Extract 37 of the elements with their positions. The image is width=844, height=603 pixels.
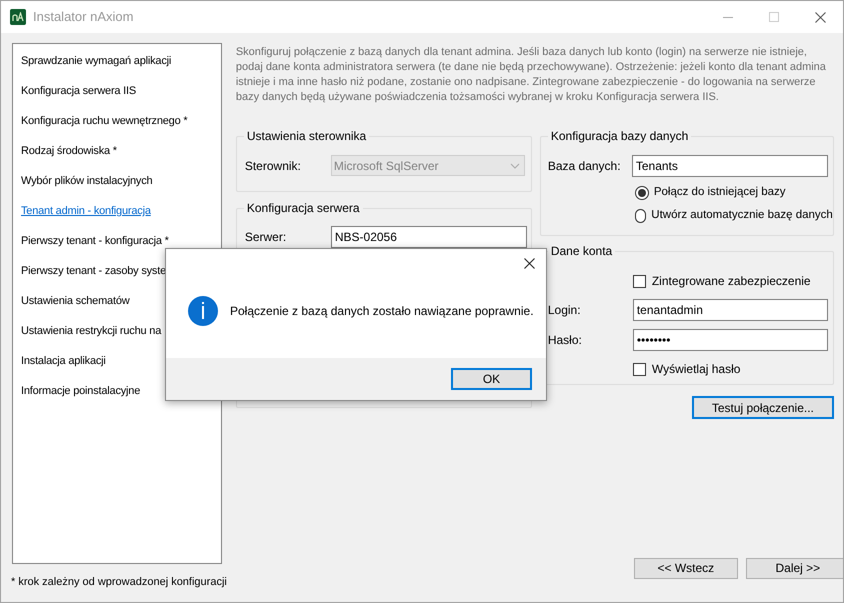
radio-button[interactable] <box>634 208 646 223</box>
ok-button[interactable]: OK <box>451 368 532 390</box>
text-field[interactable]: NBS-02056 <box>330 226 527 248</box>
chevron-down-icon <box>510 162 520 168</box>
close-icon[interactable] <box>524 258 535 269</box>
radio-button[interactable] <box>634 186 649 200</box>
nav-button[interactable]: << Wstecz <box>634 558 738 578</box>
step-item[interactable]: Wybór plików instalacyjnych <box>21 173 221 203</box>
step-item[interactable]: Rodzaj środowiska * <box>21 143 221 173</box>
app-logo-icon <box>10 9 26 25</box>
step-item[interactable]: Tenant admin - konfiguracja <box>21 203 221 233</box>
text-field[interactable]: Tenants <box>632 155 828 177</box>
text-field[interactable]: tenantadmin <box>632 299 828 321</box>
dialog-message: Połączenie z bazą danych zostało nawiązane poprawnie. <box>230 303 534 320</box>
checkbox[interactable] <box>632 274 646 288</box>
window-title: Instalator nAxiom <box>33 8 134 26</box>
description-text: Skonfiguruj połączenie z bazą danych dla tenant admina. Jeśli baza danych lub konto (login) na serwerze nie istnieje, podaj dane konta administratora serwera (te dane nie będą przechowywane). Ostrzeżenie: jeżeli konto dla tenant admina istnieje i ma inne hasło niż podane, zostanie ono nadpisane. Zintegrowane zabezpieczenie - do logowania na serwerze bazy danych będą używane poświadczenia tożsamości wybranej w kroku Konfiguracja serwera IIS. <box>236 45 827 105</box>
checkbox[interactable] <box>632 362 646 376</box>
checkbox-label: Zintegrowane zabezpieczenie <box>652 273 811 290</box>
checkbox-label: Wyświetlaj hasło <box>652 361 740 378</box>
field-label: Hasło: <box>548 332 583 349</box>
nav-button[interactable]: Dalej >> <box>746 558 843 578</box>
test-connection-button[interactable]: Testuj połączenie... <box>692 396 834 419</box>
field-label: Baza danych: <box>548 158 622 175</box>
step-item[interactable]: Konfiguracja ruchu wewnętrznego * <box>21 113 221 143</box>
radio-label: Połącz do istniejącej bazy <box>654 185 786 200</box>
info-icon <box>188 296 218 326</box>
field-label: Login: <box>548 302 582 319</box>
step-item[interactable]: Konfiguracja serwera IIS <box>21 83 221 113</box>
step-item[interactable]: Sprawdzanie wymagań aplikacji <box>21 53 221 83</box>
text-field[interactable]: •••••••• <box>632 329 828 351</box>
field-label: Sterownik: <box>244 158 302 174</box>
radio-label: Utwórz automatycznie bazę danych <box>651 208 833 224</box>
group-title: Konfiguracja bazy danych <box>548 128 692 144</box>
field-label: Serwer: <box>244 229 288 246</box>
group-title: Konfiguracja serwera <box>244 200 363 216</box>
footnote: * krok zależny od wprowadzonej konfiguracji <box>11 575 227 590</box>
